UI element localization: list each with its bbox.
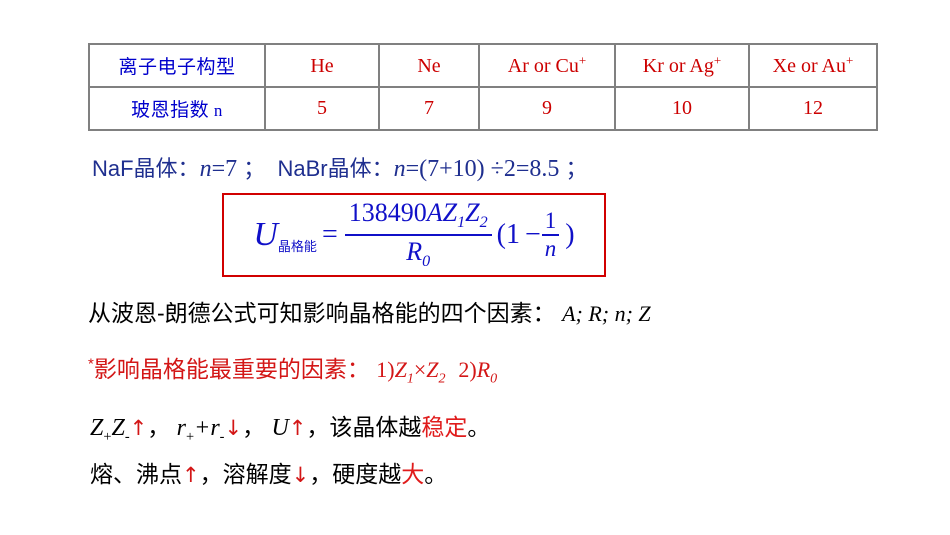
formula-paren-open: (1 [496, 219, 520, 250]
formula-lhs-subscript: 晶格能 [277, 238, 317, 254]
table-cell-n-he: 5 [264, 86, 380, 131]
key-factors-line: *影响晶格能最重要的因素： 1)Z1×Z2 2)R0 [88, 350, 497, 387]
key-factor-item-2: 2)R0 [458, 357, 498, 387]
nabr-variable: n [393, 156, 406, 182]
born-lande-formula-box: U晶格能 = 138490AZ1Z2 R0 (1 − 1 n ) [222, 193, 606, 277]
stability-comma-3: ， [306, 414, 330, 440]
formula-inverse-denominator: n [544, 235, 557, 261]
formula-paren-close: ) [565, 219, 575, 250]
physical-properties-line: 熔、沸点↑，溶解度↓，硬度越大。 [90, 455, 447, 489]
charge-product-term: Z+Z- [90, 415, 130, 445]
key-factors-text: 影响晶格能最重要的因素： [93, 356, 370, 382]
stability-comma-1: ， [147, 414, 171, 440]
examples-separator-1: ； [243, 156, 266, 181]
stability-period: 。 [467, 414, 491, 440]
solubility-label: 溶解度 [222, 461, 292, 487]
naf-label: NaF晶体： [92, 156, 200, 181]
table-cell-ne-value: Ne [417, 55, 441, 78]
formula-numerator: 138490AZ1Z2 [348, 198, 488, 232]
solubility-down-arrow-icon: ↓ [291, 463, 310, 487]
stability-relation-line: Z+Z-↑， r++r-↓， U↑，该晶体越稳定。 [90, 408, 490, 446]
table-cell-he-value: He [310, 55, 334, 78]
examples-separator-2: ； [565, 156, 588, 181]
energy-up-arrow-icon: ↑ [288, 416, 307, 440]
stability-comma-2: ， [242, 414, 266, 440]
formula-minus-sign: − [525, 219, 541, 250]
table-row-configuration: 离子电子构型 He Ne Ar or Cu+ Kr or Ag+ Xe or A… [88, 43, 878, 88]
table-header-born-exponent-label: 玻恩指数 [131, 100, 210, 121]
properties-comma-2: ， [309, 461, 333, 487]
stability-emphasis-word: 稳定 [421, 414, 468, 440]
radius-down-arrow-icon: ↓ [224, 416, 243, 440]
table-header-born-exponent-symbol: n [213, 101, 223, 120]
radius-sum-term: r++r- [176, 415, 225, 445]
table-cell-n-xe-au-value: 12 [803, 97, 823, 119]
four-factors-text: 从波恩-朗德公式可知影响晶格能的四个因素： [88, 300, 556, 326]
properties-comma-1: ， [199, 461, 223, 487]
table-cell-he: He [264, 43, 380, 88]
table-cell-ar-cu-value: Ar or Cu+ [507, 52, 587, 78]
four-factors-line: 从波恩-朗德公式可知影响晶格能的四个因素： A; R; n; Z [88, 294, 651, 328]
lattice-energy-symbol: U [271, 415, 289, 441]
born-lande-formula: U晶格能 = 138490AZ1Z2 R0 (1 − 1 n ) [224, 195, 604, 275]
formula-denominator: R0 [406, 236, 431, 270]
hardness-emphasis-word: 大 [401, 461, 425, 487]
table-cell-n-ne-value: 7 [424, 97, 434, 119]
hardness-label: 硬度越 [332, 461, 402, 487]
table-cell-n-ar-cu-value: 9 [542, 97, 552, 119]
table-cell-n-ne: 7 [378, 86, 480, 131]
four-factors-symbols: A; R; n; Z [562, 301, 651, 326]
properties-period: 。 [424, 461, 448, 487]
melting-up-arrow-icon: ↑ [182, 463, 200, 487]
naf-variable: n [199, 156, 212, 182]
table-cell-n-xe-au: 12 [748, 86, 878, 131]
formula-equals-sign: = [321, 219, 338, 250]
table-header-configuration: 离子电子构型 [88, 43, 266, 88]
table-header-configuration-label: 离子电子构型 [118, 57, 236, 78]
nabr-value: =(7+10) ÷2=8.5 [405, 156, 560, 182]
naf-value: =7 [211, 156, 238, 182]
formula-inverse-n-fraction: 1 n [541, 208, 560, 261]
melting-boiling-label: 熔、沸点 [90, 461, 182, 487]
table-header-born-exponent: 玻恩指数 n [88, 86, 266, 131]
crystal-examples-line: NaF晶体：n=7 ； NaBr晶体：n=(7+10) ÷2=8.5 ； [92, 151, 588, 183]
table-cell-kr-ag: Kr or Ag+ [614, 43, 750, 88]
nabr-label: NaBr晶体： [277, 156, 394, 181]
formula-lhs: U晶格能 [253, 215, 317, 254]
table-cell-ne: Ne [378, 43, 480, 88]
charge-up-arrow-icon: ↑ [129, 416, 148, 440]
table-cell-n-ar-cu: 9 [478, 86, 616, 131]
ion-electron-configuration-table: 离子电子构型 He Ne Ar or Cu+ Kr or Ag+ Xe or A… [88, 43, 878, 131]
table-cell-kr-ag-value: Kr or Ag+ [642, 52, 722, 78]
table-row-born-exponent: 玻恩指数 n 5 7 9 10 12 [88, 86, 878, 131]
formula-main-fraction: 138490AZ1Z2 R0 [344, 198, 492, 270]
table-cell-n-kr-ag: 10 [614, 86, 750, 131]
table-cell-xe-au: Xe or Au+ [748, 43, 878, 88]
formula-inverse-numerator: 1 [544, 208, 557, 234]
table-cell-n-he-value: 5 [317, 97, 327, 119]
table-cell-n-kr-ag-value: 10 [672, 97, 692, 119]
table-cell-xe-au-value: Xe or Au+ [772, 52, 854, 78]
table-cell-ar-cu: Ar or Cu+ [478, 43, 616, 88]
key-factor-item-1: 1)Z1×Z2 [376, 357, 446, 387]
stability-tail-text: 该晶体越 [329, 414, 422, 440]
